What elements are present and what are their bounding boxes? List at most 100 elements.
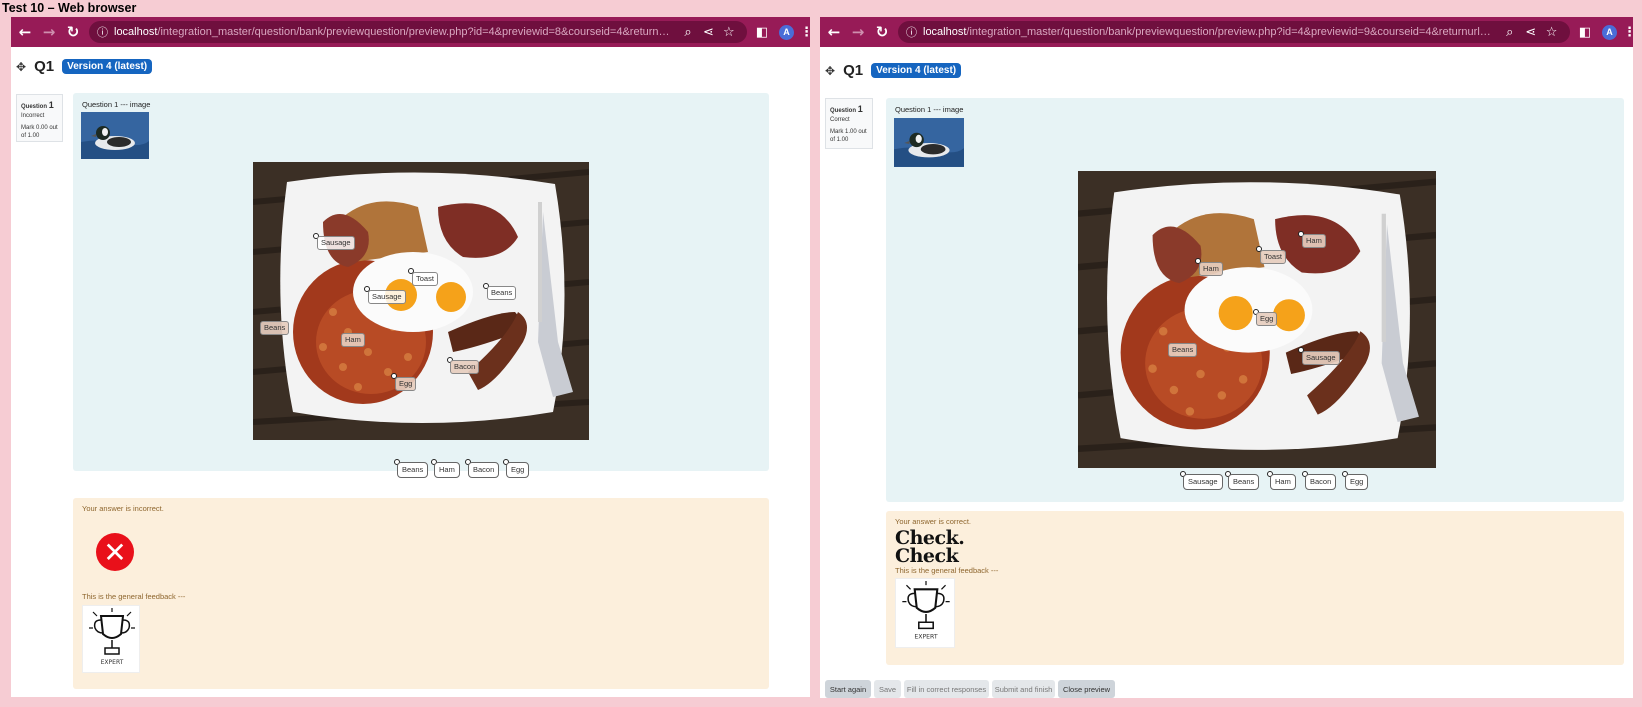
question-label: Question [830, 108, 857, 114]
duck-illustration [81, 112, 149, 159]
drag-item-beans[interactable]: Beans [1228, 474, 1260, 490]
duck-image [894, 118, 964, 167]
drag-item-bacon[interactable]: Bacon [1305, 474, 1337, 490]
bookmark-star-icon[interactable]: ☆ [719, 25, 739, 40]
question-label: Question [21, 104, 48, 110]
question-name: Q1 [843, 62, 864, 79]
drop-zone-ham-2[interactable]: Ham [1199, 262, 1223, 276]
duck-image [81, 112, 149, 159]
question-text-area: Question 1 --- image [886, 98, 1624, 502]
sidepanel-icon[interactable]: ◧ [751, 25, 773, 40]
drag-item-egg[interactable]: Egg [506, 462, 530, 478]
question-number: 1 [48, 100, 54, 110]
question-text: Question 1 --- image [82, 100, 151, 109]
url-path: /integration_master/question/bank/previe… [157, 26, 674, 38]
url-host: localhost [114, 26, 158, 38]
move-icon[interactable]: ✥ [16, 60, 26, 74]
share-icon[interactable]: ⋖ [698, 25, 718, 40]
version-badge: Version 4 (latest) [871, 63, 962, 78]
address-bar[interactable]: ⓘ localhost /integration_master/question… [898, 21, 1570, 43]
question-mark: Mark 1.00 out of 1.00 [830, 128, 867, 144]
drag-item-bacon[interactable]: Bacon [468, 462, 500, 478]
close-preview-button[interactable]: Close preview [1058, 680, 1115, 698]
feedback-area: Your answer is incorrect. ✕ This is the … [73, 498, 769, 689]
general-feedback-text: This is the general feedback --- [82, 592, 186, 601]
drop-zone-sausage[interactable]: Sausage [368, 290, 406, 304]
address-bar[interactable]: ⓘ localhost /integration_master/question… [89, 21, 747, 43]
page-title: Test 10 – Web browser [2, 1, 137, 15]
trophy-icon: EXPERT [895, 578, 955, 648]
drag-item-beans[interactable]: Beans [397, 462, 429, 478]
trophy-drawing: EXPERT [902, 581, 950, 641]
drag-item-ham[interactable]: Ham [1270, 474, 1296, 490]
reload-icon[interactable]: ↻ [61, 17, 85, 47]
drop-zone-toast[interactable]: Toast [1260, 250, 1286, 264]
check-check-image: Check. Check [895, 527, 965, 568]
forward-icon[interactable]: → [37, 17, 61, 47]
question-mark: Mark 0.00 out of 1.00 [21, 124, 58, 140]
menu-dots-icon[interactable]: ⋮ [1623, 25, 1633, 40]
zoom-icon[interactable]: ⌕ [678, 25, 698, 40]
duck-illustration [894, 118, 964, 167]
info-icon[interactable]: ⓘ [97, 24, 108, 40]
drop-zone-beans-2[interactable]: Beans [260, 321, 290, 335]
browser-window-right: ← → ↻ ⓘ localhost /integration_master/qu… [820, 17, 1633, 698]
incorrect-x-icon: ✕ [96, 533, 134, 571]
question-name: Q1 [34, 58, 55, 75]
trophy-drawing: EXPERT [89, 608, 135, 666]
reload-icon[interactable]: ↻ [870, 17, 894, 47]
drag-item-egg[interactable]: Egg [1345, 474, 1369, 490]
zoom-icon[interactable]: ⌕ [1499, 25, 1520, 40]
back-icon[interactable]: ← [822, 17, 846, 47]
trophy-icon: EXPERT [82, 605, 140, 673]
question-text-area: Question 1 --- image [73, 93, 769, 478]
question-header: ✥ Q1 Version 4 (latest) [825, 62, 962, 79]
drop-zone-toast[interactable]: Toast [412, 272, 438, 286]
info-icon[interactable]: ⓘ [906, 24, 917, 40]
drop-zone-sausage[interactable]: Sausage [317, 236, 355, 250]
start-again-button[interactable]: Start again [825, 680, 871, 698]
question-state: Correct [830, 116, 850, 123]
submit-and-finish-button[interactable]: Submit and finish [992, 680, 1055, 698]
browser-toolbar: ← → ↻ ⓘ localhost /integration_master/qu… [820, 17, 1633, 47]
question-number: 1 [857, 104, 863, 114]
move-icon[interactable]: ✥ [825, 64, 835, 78]
question-state: Incorrect [21, 112, 45, 119]
bookmark-star-icon[interactable]: ☆ [1541, 25, 1562, 40]
breakfast-background-image [253, 162, 589, 440]
fill-correct-responses-button[interactable]: Fill in correct responses [904, 680, 989, 698]
browser-window-left: ← → ↻ ⓘ localhost /integration_master/qu… [11, 17, 810, 697]
drop-zone-ham[interactable]: Ham [1302, 234, 1326, 248]
drop-zone-sausage[interactable]: Sausage [1302, 351, 1340, 365]
sidepanel-icon[interactable]: ◧ [1574, 25, 1596, 40]
breakfast-illustration [253, 162, 589, 440]
question-text: Question 1 --- image [895, 105, 964, 114]
feedback-text: Your answer is correct. [895, 517, 972, 526]
profile-avatar[interactable]: A [1602, 24, 1617, 40]
share-icon[interactable]: ⋖ [1520, 25, 1541, 40]
drop-zone-beans[interactable]: Beans [487, 286, 517, 300]
back-icon[interactable]: ← [13, 17, 37, 47]
drop-zone-ham[interactable]: Ham [341, 333, 365, 347]
question-info-box: Question 1 Incorrect Mark 0.00 out of 1.… [16, 94, 63, 142]
url-path: /integration_master/question/bank/previe… [966, 26, 1496, 38]
drop-zone-egg[interactable]: Egg [395, 377, 417, 391]
drop-zone-egg[interactable]: Egg [1256, 312, 1278, 326]
general-feedback-text: This is the general feedback --- [895, 566, 999, 575]
trophy-label: EXPERT [101, 659, 124, 666]
drag-item-sausage[interactable]: Sausage [1183, 474, 1223, 490]
feedback-text: Your answer is incorrect. [82, 504, 164, 513]
forward-icon[interactable]: → [846, 17, 870, 47]
trophy-label: EXPERT [914, 634, 938, 641]
question-header: ✥ Q1 Version 4 (latest) [16, 58, 153, 75]
browser-toolbar: ← → ↻ ⓘ localhost /integration_master/qu… [11, 17, 810, 47]
save-button[interactable]: Save [874, 680, 901, 698]
profile-avatar[interactable]: A [779, 24, 794, 40]
feedback-area: Your answer is correct. Check. Check Thi… [886, 511, 1624, 665]
drop-zone-bacon[interactable]: Bacon [450, 360, 480, 374]
question-info-box: Question 1 Correct Mark 1.00 out of 1.00 [825, 98, 873, 149]
version-badge: Version 4 (latest) [62, 59, 153, 74]
drag-item-ham[interactable]: Ham [434, 462, 460, 478]
menu-dots-icon[interactable]: ⋮ [800, 25, 810, 40]
drop-zone-beans[interactable]: Beans [1168, 343, 1198, 357]
